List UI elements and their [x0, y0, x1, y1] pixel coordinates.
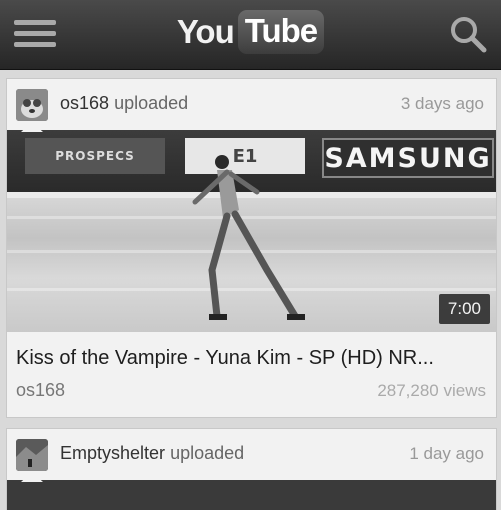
search-icon — [451, 17, 487, 53]
youtube-logo[interactable]: You Tube — [0, 10, 501, 54]
upload-age: 1 day ago — [409, 444, 484, 463]
uploader-avatar[interactable] — [16, 89, 48, 121]
ad-board-prospecs: PROSPECS — [25, 138, 165, 174]
video-title[interactable]: Kiss of the Vampire - Yuna Kim - SP (HD)… — [16, 347, 486, 370]
uploader-name[interactable]: Emptyshelter — [60, 443, 165, 463]
upload-action: uploaded — [114, 93, 189, 113]
feed-card[interactable]: os168 uploaded 3 days ago PROSPECS E1 SA… — [6, 78, 497, 418]
feed-card[interactable]: Emptyshelter uploaded 1 day ago — [6, 428, 497, 510]
video-duration: 7:00 — [438, 294, 490, 324]
app-header: You Tube — [0, 0, 501, 70]
skater-figure — [192, 155, 305, 320]
video-thumbnail[interactable] — [7, 480, 496, 510]
uploader-name[interactable]: os168 — [60, 93, 109, 113]
card-header: os168 uploaded 3 days ago — [7, 79, 496, 131]
view-count: 287,280 views — [377, 381, 486, 400]
logo-tube-text: Tube — [237, 10, 325, 54]
uploader-line: Emptyshelter uploaded — [60, 443, 244, 464]
uploader-line: os168 uploaded — [60, 93, 188, 114]
logo-you-text: You — [176, 13, 235, 50]
ad-board-samsung: SAMSUNG — [322, 138, 494, 178]
card-pointer — [21, 472, 43, 482]
video-thumbnail[interactable]: PROSPECS E1 SAMSUNG 7:00 — [7, 130, 496, 332]
card-header: Emptyshelter uploaded 1 day ago — [7, 429, 496, 481]
upload-action: uploaded — [170, 443, 245, 463]
uploader-avatar[interactable] — [16, 439, 48, 471]
channel-name[interactable]: os168 — [16, 380, 65, 401]
search-button[interactable] — [448, 14, 488, 54]
card-pointer — [21, 122, 43, 132]
upload-age: 3 days ago — [400, 94, 484, 113]
